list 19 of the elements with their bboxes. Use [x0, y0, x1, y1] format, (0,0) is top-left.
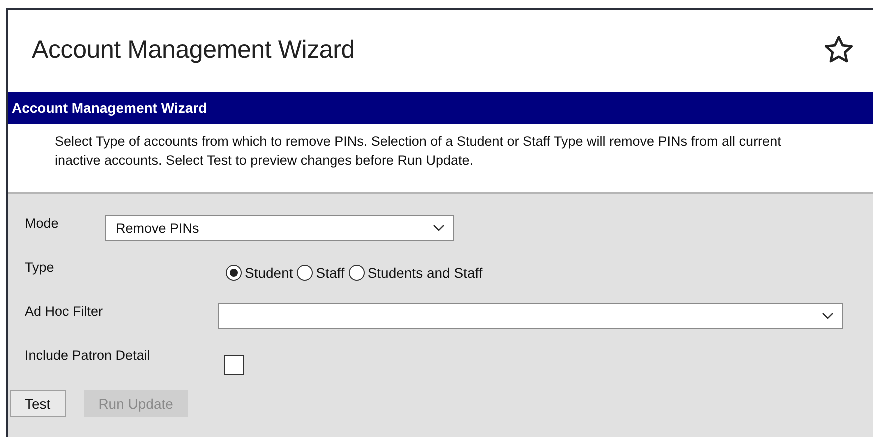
- dropdown-field[interactable]: [218, 303, 843, 329]
- dropdown-field[interactable]: Remove PINs: [105, 215, 454, 241]
- radio-label[interactable]: Student: [245, 265, 294, 281]
- description-text: Select Type of accounts from which to remove PINs. Selection of a Student or Staff Type will remove PINs from all current inactive accounts. Select Test to preview changes before Run Update.: [54, 133, 782, 170]
- radio-label[interactable]: Students and Staff: [368, 265, 483, 281]
- chevron-down-icon: [822, 312, 834, 320]
- field-label: Include Patron Detail: [25, 347, 152, 363]
- radio-button[interactable]: [348, 265, 365, 281]
- radio-button[interactable]: [226, 265, 242, 281]
- panel-header: Account Management Wizard: [8, 92, 873, 124]
- test-button[interactable]: Test: [10, 390, 66, 417]
- field-label: Ad Hoc Filter: [25, 303, 104, 319]
- checkbox[interactable]: [224, 355, 244, 375]
- field-label: Mode: [25, 215, 60, 231]
- chevron-down-icon: [433, 224, 445, 232]
- radio-label[interactable]: Staff: [316, 265, 345, 281]
- radio-button[interactable]: [297, 265, 314, 281]
- field-label: Type: [25, 259, 56, 275]
- page-title: Account Management Wizard: [32, 36, 355, 64]
